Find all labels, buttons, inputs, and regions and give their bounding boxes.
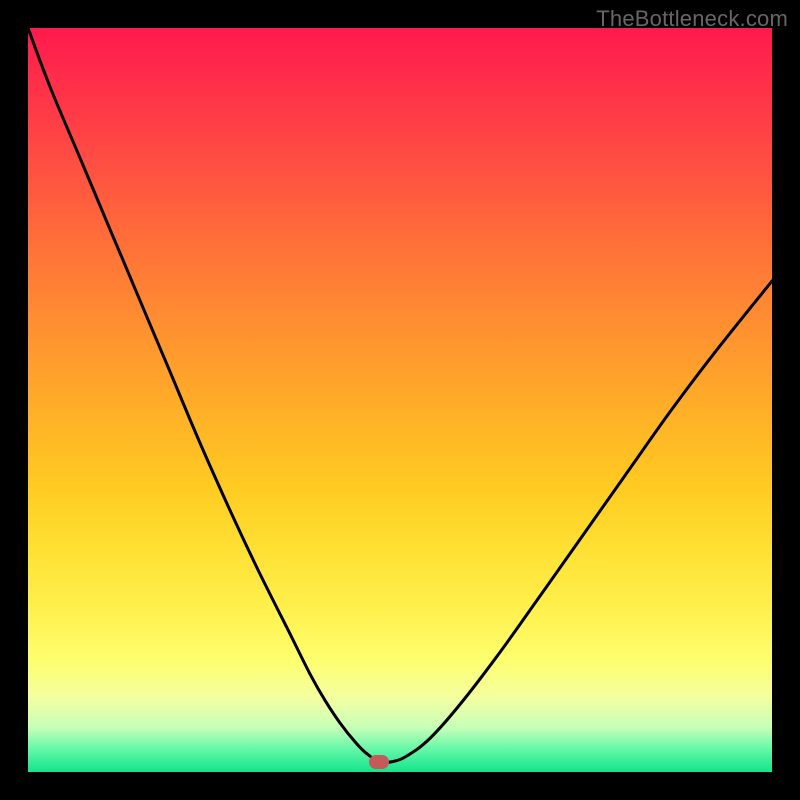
minimum-marker bbox=[369, 755, 389, 769]
curve-svg bbox=[28, 28, 772, 772]
bottleneck-curve bbox=[28, 28, 772, 763]
chart-frame: TheBottleneck.com bbox=[0, 0, 800, 800]
plot-area bbox=[28, 28, 772, 772]
